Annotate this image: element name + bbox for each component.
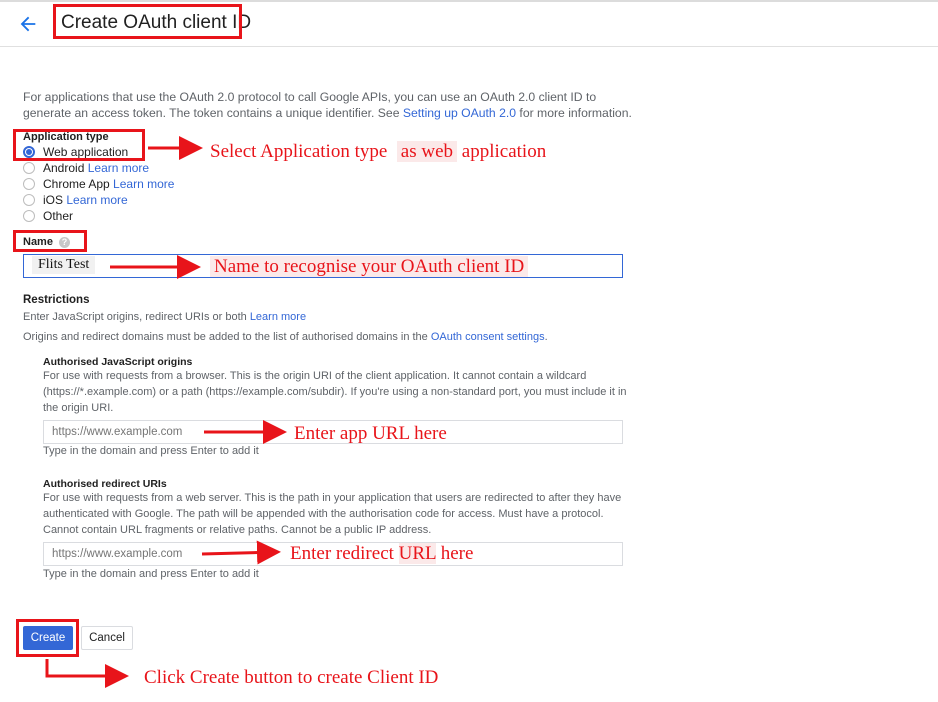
- arrow-redirect-url: [201, 540, 281, 565]
- annotation-redirect-url: Enter redirect URL here: [290, 543, 473, 565]
- annotation-arrows: [45, 136, 287, 688]
- annotation-name-text: Name to recognise your OAuth client ID: [210, 256, 529, 277]
- arrow-create: [45, 659, 129, 688]
- annotation-name: Name to recognise your OAuth client ID: [210, 256, 529, 278]
- annotation-app-type-part3: application: [461, 141, 547, 162]
- annotation-redirect-part1: Enter redirect: [290, 543, 399, 564]
- annotation-app-type-part1: Select Application type: [210, 141, 388, 162]
- annotation-create: Click Create button to create Client ID: [144, 667, 439, 688]
- annotation-redirect-part2: URL: [398, 543, 436, 564]
- annotation-redirect-part3: here: [435, 543, 474, 564]
- annotation-app-url: Enter app URL here: [294, 423, 447, 444]
- annotation-application-type: Select Application type as web applicati…: [210, 141, 546, 163]
- annotation-app-type-part2: as web: [396, 141, 458, 162]
